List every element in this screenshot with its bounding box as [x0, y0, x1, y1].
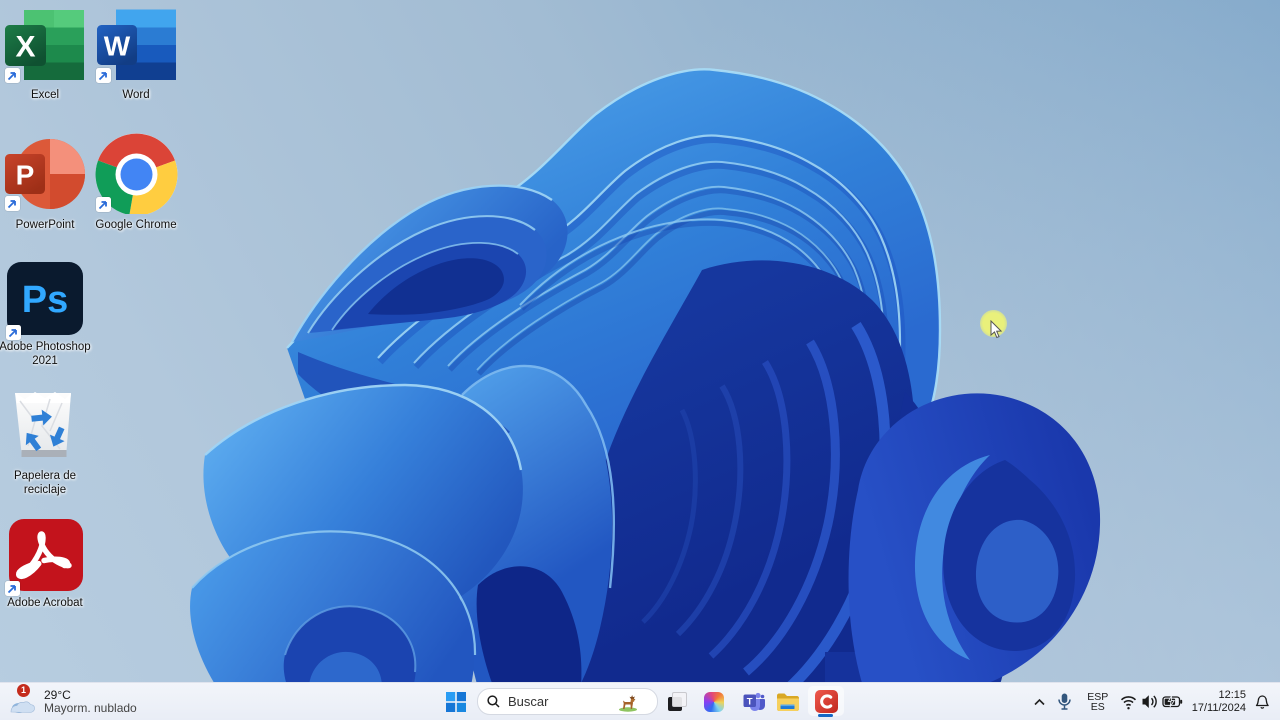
svg-text:T: T: [747, 696, 753, 707]
svg-text:Ps: Ps: [22, 279, 68, 321]
svg-text:P: P: [16, 160, 35, 191]
svg-text:X: X: [15, 31, 35, 64]
svg-text:W: W: [104, 31, 131, 62]
